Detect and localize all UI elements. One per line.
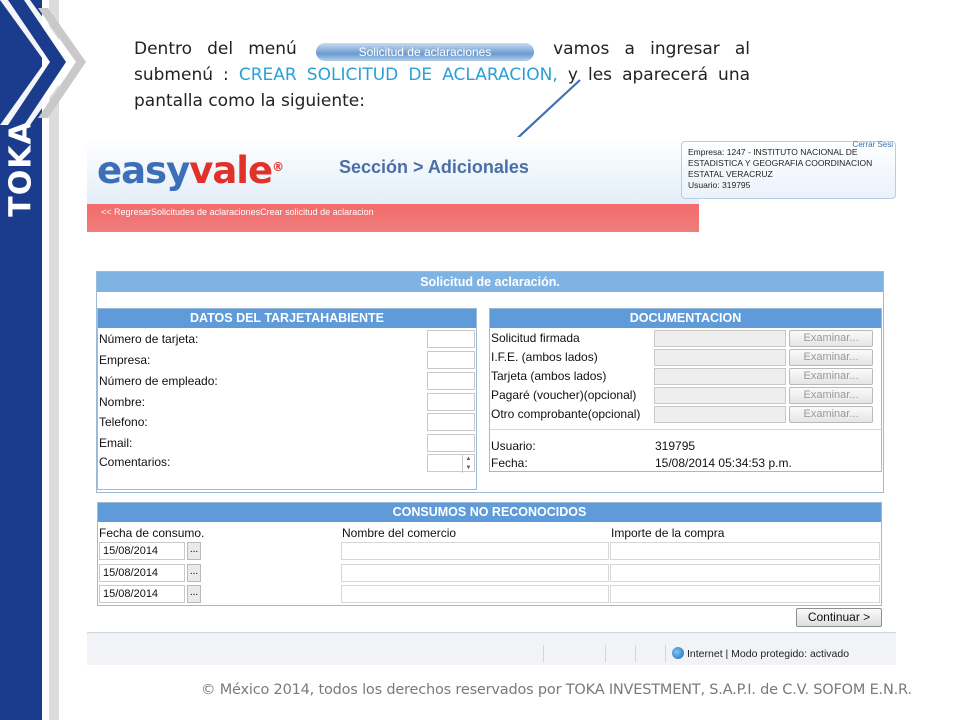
breadcrumb[interactable]: << RegresarSolicitudes de aclaracionesCr… xyxy=(101,207,374,217)
browse-button-solicitud[interactable]: Examinar... xyxy=(789,330,873,347)
empresa-info: Cerrar Sesi Empresa: 1247 - INSTITUTO NA… xyxy=(681,139,896,199)
documentacion-title: DOCUMENTACION xyxy=(490,309,881,328)
label-email: Email: xyxy=(99,436,133,450)
numero-tarjeta-input[interactable] xyxy=(427,330,475,348)
label-numero-tarjeta: Número de tarjeta: xyxy=(99,332,199,346)
nombre-input[interactable] xyxy=(427,393,475,411)
label-telefono: Telefono: xyxy=(99,415,148,429)
status-divider xyxy=(543,645,544,662)
toka-logo-text: TOKA xyxy=(3,119,39,217)
app-header: easyvale® Sección > Adicionales xyxy=(87,137,699,204)
label-comentarios: Comentarios: xyxy=(99,455,171,469)
status-divider xyxy=(605,645,606,662)
doc-label-solicitud: Solicitud firmada xyxy=(491,331,580,345)
doc-label-tarjeta: Tarjeta (ambos lados) xyxy=(491,369,607,383)
file-input-tarjeta[interactable] xyxy=(654,368,786,385)
status-divider xyxy=(635,645,636,662)
col-fecha-consumo: Fecha de consumo. xyxy=(99,526,205,540)
section-title: Sección > Adicionales xyxy=(339,157,529,177)
empresa-line3: ESTATAL VERACRUZ xyxy=(688,169,773,179)
usuario-label: Usuario: xyxy=(491,439,536,453)
intro-highlight: CREAR SOLICITUD DE ACLARACION, xyxy=(238,65,558,85)
app-screenshot: easyvale® Sección > Adicionales Cerrar S… xyxy=(87,137,896,665)
browse-button-ife[interactable]: Examinar... xyxy=(789,349,873,366)
comercio-input-1[interactable] xyxy=(341,542,609,560)
logout-link[interactable]: Cerrar Sesi xyxy=(853,139,893,150)
empresa-input[interactable] xyxy=(427,351,475,369)
logo-reg: ® xyxy=(272,160,284,174)
easyvale-logo: easyvale® xyxy=(97,149,284,192)
fecha-value: 15/08/2014 05:34:53 p.m. xyxy=(655,456,792,470)
numero-empleado-input[interactable] xyxy=(427,372,475,390)
intro-part1: Dentro del menú xyxy=(134,39,297,59)
browser-status-bar: Internet | Modo protegido: activado xyxy=(87,632,896,665)
label-empresa: Empresa: xyxy=(99,353,151,367)
logo-vale: vale xyxy=(189,149,273,192)
copyright-footer: © México 2014, todos los derechos reserv… xyxy=(201,682,912,698)
doc-divider xyxy=(490,429,881,430)
datos-title: DATOS DEL TARJETAHABIENTE xyxy=(98,309,476,328)
status-divider xyxy=(665,645,666,662)
file-input-solicitud[interactable] xyxy=(654,330,786,347)
globe-icon xyxy=(672,647,684,659)
label-numero-empleado: Número de empleado: xyxy=(99,374,218,388)
label-nombre: Nombre: xyxy=(99,395,146,409)
comercio-input-3[interactable] xyxy=(341,585,609,603)
browse-button-pagare[interactable]: Examinar... xyxy=(789,387,873,404)
form-title: Solicitud de aclaración. xyxy=(97,272,883,292)
col-importe: Importe de la compra xyxy=(611,526,725,540)
continue-button[interactable]: Continuar > xyxy=(796,608,882,627)
col-nombre-comercio: Nombre del comercio xyxy=(342,526,457,540)
importe-input-1[interactable] xyxy=(610,542,880,560)
fecha-label: Fecha: xyxy=(491,456,528,470)
comentarios-textarea[interactable]: ▲ ▼ xyxy=(427,454,475,473)
comercio-input-2[interactable] xyxy=(341,564,609,582)
telefono-input[interactable] xyxy=(427,413,475,431)
fecha-consumo-input-2[interactable]: 15/08/2014 xyxy=(99,564,185,582)
doc-label-pagare: Pagaré (voucher)(opcional) xyxy=(491,388,637,402)
empresa-line2: ESTADISTICA Y GEOGRAFIA COORDINACION xyxy=(688,158,873,168)
date-picker-button-1[interactable]: ... xyxy=(187,542,201,560)
fecha-consumo-input-1[interactable]: 15/08/2014 xyxy=(99,542,185,560)
file-input-pagare[interactable] xyxy=(654,387,786,404)
status-zone-text: Internet | Modo protegido: activado xyxy=(687,648,850,660)
consumos-title: CONSUMOS NO RECONOCIDOS xyxy=(98,503,881,522)
fecha-consumo-input-3[interactable]: 15/08/2014 xyxy=(99,585,185,603)
doc-label-ife: I.F.E. (ambos lados) xyxy=(491,350,598,364)
browse-button-tarjeta[interactable]: Examinar... xyxy=(789,368,873,385)
slide: TOKA Dentro del menú Solicitud de aclara… xyxy=(0,0,960,720)
toka-logo: TOKA xyxy=(2,120,40,216)
logo-easy: easy xyxy=(97,149,190,192)
importe-input-2[interactable] xyxy=(610,564,880,582)
importe-input-3[interactable] xyxy=(610,585,880,603)
email-input[interactable] xyxy=(427,434,475,452)
file-input-ife[interactable] xyxy=(654,349,786,366)
menu-pill: Solicitud de aclaraciones xyxy=(315,43,534,61)
empresa-user: Usuario: 319795 xyxy=(688,180,751,190)
scroll-arrows-icon[interactable]: ▲ ▼ xyxy=(462,455,474,473)
file-input-otro[interactable] xyxy=(654,406,786,423)
breadcrumb-bar: << RegresarSolicitudes de aclaracionesCr… xyxy=(87,204,699,232)
intro-paragraph: Dentro del menú Solicitud de aclaracione… xyxy=(134,36,750,114)
doc-label-otro: Otro comprobante(opcional) xyxy=(491,407,641,421)
date-picker-button-2[interactable]: ... xyxy=(187,564,201,582)
chevron-right-icon xyxy=(0,0,86,125)
browse-button-otro[interactable]: Examinar... xyxy=(789,406,873,423)
date-picker-button-3[interactable]: ... xyxy=(187,585,201,603)
usuario-value: 319795 xyxy=(655,439,696,453)
